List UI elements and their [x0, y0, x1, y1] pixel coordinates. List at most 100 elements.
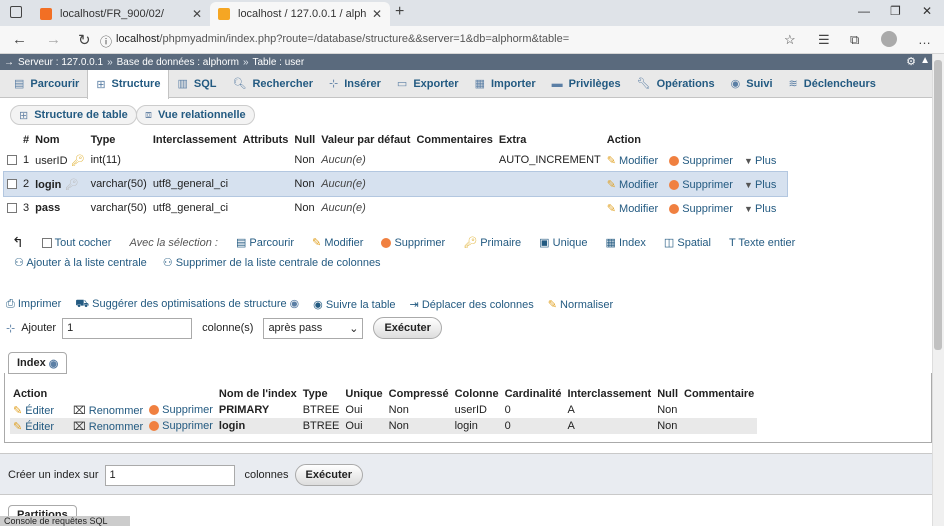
scrollbar-thumb[interactable]	[934, 60, 942, 350]
tab-label: Importer	[490, 77, 536, 90]
move-columns-link[interactable]: ⇥ Déplacer des colonnes	[410, 298, 534, 312]
column-actions: ✎ Modifier Supprimer ▼ Plus	[604, 196, 788, 220]
tab-tracking[interactable]: ◉ Suivi	[723, 70, 781, 98]
help-icon[interactable]: ◉	[290, 298, 299, 310]
reload-icon[interactable]: ↻	[78, 31, 91, 49]
header-cell[interactable]: Nom	[32, 132, 87, 148]
read-aloud-icon[interactable]: ☆	[784, 32, 796, 48]
position-select[interactable]: après pass ⌄	[263, 317, 364, 339]
edit-index-link[interactable]: ✎ Éditer	[10, 402, 70, 418]
collapse-arrow-icon[interactable]: →	[4, 57, 14, 68]
profile-avatar[interactable]	[881, 31, 897, 47]
tab-operations[interactable]: 🔧︎ Opérations	[629, 70, 723, 98]
tab-import[interactable]: ▦ Importer	[467, 70, 544, 98]
table-row[interactable]: 2 login 🔑︎ varchar(50) utf8_general_ci N…	[2, 171, 789, 197]
minimize-icon[interactable]: —	[858, 4, 870, 18]
create-index-count-input[interactable]: 1	[104, 464, 235, 486]
row-checkbox[interactable]	[4, 172, 20, 196]
window-menu-icon[interactable]	[10, 6, 22, 18]
restore-icon[interactable]: ❐	[890, 4, 901, 18]
delete-link[interactable]: Supprimer	[669, 179, 733, 191]
primary-key-icon: 🔑︎	[463, 237, 478, 249]
add-execute-button[interactable]: Exécuter	[373, 317, 442, 339]
table-row[interactable]: 1 userID 🔑︎ int(11) Non Aucun(e) AUTO_IN…	[4, 148, 787, 172]
row-checkbox[interactable]	[4, 196, 20, 220]
browser-tab-1[interactable]: localhost/FR_900/02/ ✕	[32, 2, 210, 26]
tab-insert[interactable]: ⊹ Insérer	[321, 70, 389, 98]
subtab-relational-view[interactable]: ⧈ Vue relationnelle	[136, 105, 255, 125]
create-index-execute-button[interactable]: Exécuter	[294, 464, 364, 486]
check-all[interactable]: Tout cocher	[41, 237, 111, 249]
more-menu-icon[interactable]: …	[918, 32, 931, 47]
tab-triggers[interactable]: ≋ Déclencheurs	[781, 70, 884, 98]
bulk-browse-button[interactable]: ▤ Parcourir	[236, 236, 294, 249]
normalize-link[interactable]: ✎ Normaliser	[548, 298, 613, 312]
modify-link[interactable]: ✎ Modifier	[607, 155, 658, 167]
bulk-fulltext-button[interactable]: T Texte entier	[729, 237, 795, 249]
url-field[interactable]: localhost/phpmyadmin/index.php?route=/da…	[116, 33, 569, 45]
more-dropdown[interactable]: ▼ Plus	[744, 203, 776, 215]
table-row[interactable]: 3 pass varchar(50) utf8_general_ci Non A…	[4, 196, 787, 220]
back-icon[interactable]: ←	[12, 31, 27, 48]
browser-tab-bar: localhost/FR_900/02/ ✕ localhost / 127.0…	[0, 0, 944, 26]
bulk-primary-button[interactable]: 🔑︎ Primaire	[463, 236, 521, 249]
rename-index-link[interactable]: ⌧ Renommer	[70, 418, 147, 434]
close-icon[interactable]: ✕	[372, 7, 382, 21]
modify-link[interactable]: ✎ Modifier	[607, 203, 658, 215]
tab-structure[interactable]: ⊞ Structure	[87, 69, 170, 99]
favorites-icon[interactable]: ☰	[818, 32, 830, 48]
remove-central-link[interactable]: ⚇ Supprimer de la liste centrale de colo…	[163, 256, 381, 269]
print-link[interactable]: ⎙ Imprimer	[6, 298, 61, 312]
rename-index-link[interactable]: ⌧ Renommer	[70, 402, 146, 418]
tab-browse[interactable]: ▤ Parcourir	[6, 70, 87, 98]
tab-sql[interactable]: ▥ SQL	[169, 70, 224, 98]
bulk-modify-button[interactable]: ✎ Modifier	[312, 236, 363, 249]
collapse-up-icon[interactable]: ▲	[920, 55, 930, 66]
modify-link[interactable]: ✎ Modifier	[607, 179, 658, 191]
tab-privileges[interactable]: ▬ Privilèges	[544, 70, 629, 98]
bulk-unique-button[interactable]: ▣ Unique	[539, 236, 587, 249]
new-tab-icon[interactable]: +	[395, 3, 404, 21]
bulk-spatial-button[interactable]: ◫ Spatial	[664, 236, 711, 249]
add-count-input[interactable]: 1	[62, 317, 193, 339]
bulk-fulltext-label: Texte entier	[738, 236, 796, 249]
columns-label: colonne(s)	[202, 322, 254, 334]
delete-link[interactable]: Supprimer	[669, 155, 733, 167]
tab-search[interactable]: 🔍︎ Rechercher	[224, 70, 321, 98]
add-central-link[interactable]: ⚇ Ajouter à la liste centrale	[14, 256, 147, 269]
close-icon[interactable]: ✕	[192, 7, 202, 21]
bulk-delete-button[interactable]: Supprimer	[381, 237, 445, 249]
row-number: 2	[20, 172, 33, 196]
move-label: Déplacer des colonnes	[421, 299, 534, 311]
delete-link[interactable]: Supprimer	[669, 203, 733, 215]
bulk-index-button[interactable]: ▦ Index	[606, 236, 646, 249]
collections-icon[interactable]: ⧉	[850, 32, 859, 48]
delete-index-link[interactable]: Supprimer	[146, 402, 216, 418]
edit-index-link[interactable]: ✎ Éditer	[10, 418, 70, 434]
subtab-table-structure[interactable]: ⊞ Structure de table	[10, 105, 137, 125]
forward-icon[interactable]: →	[46, 31, 61, 48]
row-checkbox[interactable]	[4, 148, 20, 172]
window-close-icon[interactable]: ✕	[922, 4, 932, 18]
modify-label: Modifier	[619, 178, 659, 191]
more-dropdown[interactable]: ▼ Plus	[744, 179, 776, 191]
column-attributes	[239, 172, 292, 196]
track-link[interactable]: ◉ Suivre la table	[313, 298, 395, 312]
delete-index-link[interactable]: Supprimer	[146, 418, 216, 434]
breadcrumb-server[interactable]: Serveur : 127.0.0.1	[18, 57, 103, 68]
settings-gear-icon[interactable]: ⚙	[906, 55, 916, 68]
sql-console-bar[interactable]: Console de requêtes SQL	[0, 516, 130, 526]
column-null: Non	[294, 154, 315, 166]
suggest-link[interactable]: ⛟ Suggérer des optimisations de structur…	[75, 298, 299, 312]
more-dropdown[interactable]: ▼ Plus	[744, 155, 776, 167]
structure-icon: ⊞	[19, 109, 29, 122]
arrow-up-icon: ↰	[12, 234, 24, 250]
tab-export[interactable]: ▭ Exporter	[389, 70, 467, 98]
breadcrumb-table[interactable]: Table : user	[253, 57, 305, 68]
breadcrumb-database[interactable]: Base de données : alphorm	[117, 57, 239, 68]
help-icon[interactable]: ◉	[49, 357, 59, 370]
rename-label: Renommer	[88, 420, 144, 433]
tab-label: SQL	[193, 77, 217, 90]
browser-tab-2[interactable]: localhost / 127.0.0.1 / alphorm / ✕	[210, 2, 390, 26]
info-icon[interactable]: ⓘ	[100, 33, 112, 50]
